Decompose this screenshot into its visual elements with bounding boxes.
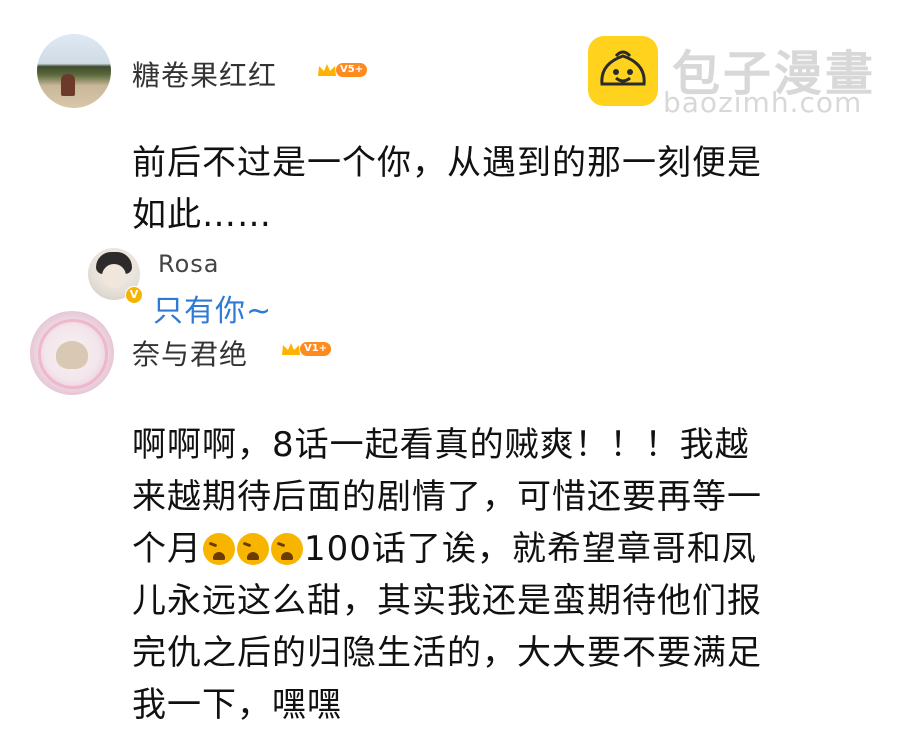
comment-line: 完仇之后的归隐生活的，大大要不要满足	[132, 633, 762, 673]
username-1[interactable]: 糖卷果红红	[132, 54, 277, 94]
reply-text[interactable]: 只有你~	[153, 286, 272, 330]
reply-username[interactable]: Rosa	[158, 250, 220, 278]
crown-icon	[280, 341, 302, 357]
comment-line: 前后不过是一个你，从遇到的那一刻便是	[132, 143, 762, 183]
vip-level-tag: V5+	[336, 63, 368, 77]
comment-line: 如此……	[132, 195, 272, 235]
verified-badge: V	[125, 286, 143, 304]
comment-line: 我一下，嘿嘿	[132, 685, 342, 725]
comment-line: 啊啊啊，8话一起看真的贼爽！！！我越	[132, 425, 750, 465]
crown-icon	[316, 62, 338, 78]
crying-face-emoji	[237, 533, 269, 565]
vip-badge-1: V5+	[316, 62, 368, 78]
vip-level-tag: V1+	[300, 342, 332, 356]
watermark-url: baozimh.com	[663, 86, 863, 119]
vip-badge-2: V1+	[280, 341, 332, 357]
crying-face-emoji	[203, 533, 235, 565]
username-2[interactable]: 奈与君绝	[132, 333, 248, 373]
comment-line-rest: 100话了诶，就希望章哥和凤	[304, 529, 757, 569]
comment-text-1: 前后不过是一个你，从遇到的那一刻便是 如此……	[132, 137, 872, 241]
comment-line-prefix: 个月	[132, 529, 202, 569]
comment-text-2: 啊啊啊，8话一起看真的贼爽！！！我越 来越期待后面的剧情了，可惜还要再等一 个月…	[132, 419, 892, 731]
comment-line: 个月 100话了诶，就希望章哥和凤	[132, 523, 892, 575]
bun-smiley-icon	[588, 36, 658, 106]
comment-line: 来越期待后面的剧情了，可惜还要再等一	[132, 477, 762, 517]
comment-line: 儿永远这么甜，其实我还是蛮期待他们报	[132, 581, 762, 621]
crying-face-emoji	[271, 533, 303, 565]
avatar-user-2[interactable]	[30, 311, 114, 395]
avatar-user-1[interactable]	[37, 34, 111, 108]
